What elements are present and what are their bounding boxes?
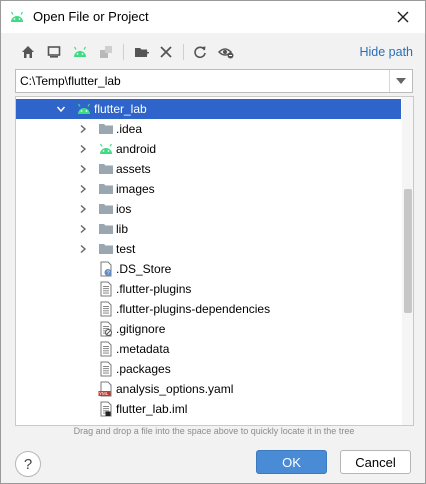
text-file-icon	[100, 361, 112, 377]
hide-path-link[interactable]: Hide path	[359, 45, 413, 59]
chevron-right-icon[interactable]	[78, 184, 88, 194]
desktop-icon	[47, 46, 61, 58]
tree-row[interactable]: .idea	[16, 119, 401, 139]
close-icon[interactable]	[393, 7, 413, 27]
refresh-button[interactable]	[189, 41, 211, 63]
ignore-file-icon	[100, 321, 112, 337]
chevron-right-icon[interactable]	[78, 244, 88, 254]
cancel-button[interactable]: Cancel	[340, 450, 411, 474]
tree-scrollbar[interactable]	[402, 97, 413, 425]
tree-item-label: assets	[116, 162, 151, 176]
tree-row[interactable]: test	[16, 239, 401, 259]
tree-row[interactable]: .gitignore	[16, 319, 401, 339]
delete-button[interactable]	[155, 41, 177, 63]
toolbar-separator	[183, 44, 184, 60]
android-studio-icon	[10, 11, 24, 22]
tree-item-label: flutter_lab	[94, 102, 147, 116]
unknown-file-icon: ?	[100, 261, 112, 277]
chevron-down-icon[interactable]	[56, 104, 66, 114]
text-file-icon	[100, 281, 112, 297]
folder-icon	[99, 124, 113, 134]
tree-row[interactable]: ? .DS_Store	[16, 259, 401, 279]
tree-item-label: flutter_lab.iml	[116, 402, 188, 416]
help-button[interactable]: ?	[15, 451, 41, 477]
folder-icon	[99, 224, 113, 234]
chevron-right-icon[interactable]	[78, 124, 88, 134]
tree-item-label: .idea	[116, 122, 143, 136]
folder-icon	[99, 164, 113, 174]
folder-icon	[99, 184, 113, 194]
path-combobox[interactable]	[15, 69, 413, 93]
new-folder-icon	[135, 48, 149, 57]
chevron-right-icon[interactable]	[78, 224, 88, 234]
svg-text:?: ?	[107, 271, 110, 277]
ok-button[interactable]: OK	[256, 450, 327, 474]
android-project-icon	[73, 46, 87, 57]
tree-item-label: android	[116, 142, 157, 156]
tree-row[interactable]: lib	[16, 219, 401, 239]
tree-row[interactable]: ios	[16, 199, 401, 219]
toolbar-separator	[123, 44, 124, 60]
module-file-icon	[100, 401, 112, 417]
android-icon	[77, 103, 91, 114]
tree-item-label: .packages	[116, 362, 171, 376]
drag-drop-hint: Drag and drop a file into the space abov…	[73, 426, 355, 436]
android-icon	[99, 143, 113, 154]
text-file-icon	[100, 341, 112, 357]
delete-icon	[160, 46, 172, 58]
new-folder-button[interactable]	[131, 41, 153, 63]
toolbar: Hide path	[15, 41, 415, 63]
module-button[interactable]	[95, 41, 117, 63]
home-icon	[22, 46, 34, 58]
show-hidden-icon	[218, 48, 234, 59]
yaml-file-icon: YML	[98, 381, 112, 397]
chevron-down-icon	[396, 78, 406, 84]
desktop-button[interactable]	[43, 41, 65, 63]
tree-row[interactable]: .packages	[16, 359, 401, 379]
tree-item-label: .DS_Store	[116, 262, 172, 276]
show-hidden-button[interactable]	[215, 41, 237, 63]
tree-item-label: ios	[116, 202, 132, 216]
file-tree[interactable]: flutter_lab .idea android assets images ios li…	[15, 96, 414, 426]
title-bar: Open File or Project	[1, 1, 425, 33]
android-project-button[interactable]	[69, 41, 91, 63]
chevron-right-icon[interactable]	[78, 144, 88, 154]
path-dropdown-button[interactable]	[389, 70, 412, 92]
chevron-right-icon[interactable]	[78, 204, 88, 214]
home-button[interactable]	[17, 41, 39, 63]
tree-item-label: lib	[116, 222, 129, 236]
tree-row[interactable]: .flutter-plugins	[16, 279, 401, 299]
module-icon	[100, 46, 112, 58]
tree-row[interactable]: .flutter-plugins-dependencies	[16, 299, 401, 319]
tree-item-label: .gitignore	[116, 322, 166, 336]
refresh-icon	[194, 46, 206, 59]
tree-row[interactable]: flutter_lab	[16, 99, 401, 119]
path-input[interactable]	[20, 73, 386, 89]
tree-row[interactable]: android	[16, 139, 401, 159]
tree-item-label: .flutter-plugins	[116, 282, 192, 296]
tree-item-label: images	[116, 182, 155, 196]
text-file-icon	[100, 301, 112, 317]
tree-row[interactable]: YML analysis_options.yaml	[16, 379, 401, 399]
tree-item-label: .flutter-plugins-dependencies	[116, 302, 271, 316]
folder-icon	[99, 204, 113, 214]
tree-row[interactable]: assets	[16, 159, 401, 179]
tree-row[interactable]: flutter_lab.iml	[16, 399, 401, 419]
svg-text:YML: YML	[99, 391, 109, 396]
scrollbar-thumb[interactable]	[404, 189, 412, 313]
folder-icon	[99, 244, 113, 254]
tree-item-label: test	[116, 242, 136, 256]
tree-item-label: .metadata	[116, 342, 170, 356]
open-file-dialog: Open File or Project Hide path C:\Temp\f…	[0, 0, 426, 484]
tree-row[interactable]: images	[16, 179, 401, 199]
window-title: Open File or Project	[33, 9, 149, 24]
chevron-right-icon[interactable]	[78, 164, 88, 174]
tree-row[interactable]: .metadata	[16, 339, 401, 359]
tree-item-label: analysis_options.yaml	[116, 382, 234, 396]
